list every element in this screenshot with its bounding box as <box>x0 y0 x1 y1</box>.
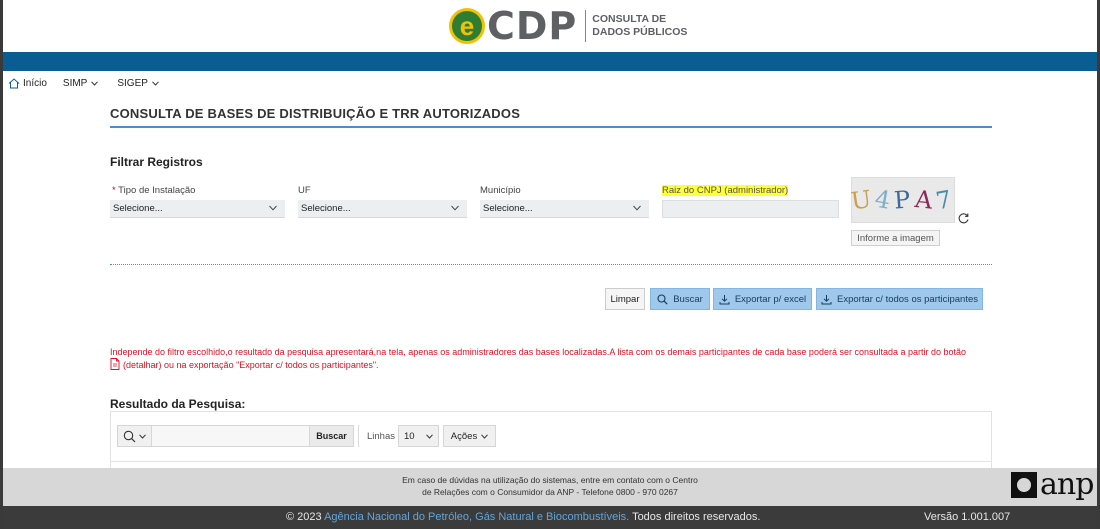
linhas-label: Linhas <box>367 430 395 442</box>
chevron-down-icon <box>152 80 159 86</box>
rows-per-page-value: 10 <box>404 430 415 442</box>
uf-label: UF <box>298 185 311 196</box>
nav-item-simp[interactable]: SIMP <box>63 78 101 89</box>
logo-divider <box>585 10 587 42</box>
page-title: CONSULTA DE BASES DE DISTRIBUIÇÃO E TRR … <box>110 106 521 121</box>
home-icon <box>8 77 20 88</box>
footer-contact: Em caso de dúvidas na utilização do sist… <box>3 474 1097 498</box>
title-underline <box>110 126 992 128</box>
tipo-instalacao-label: * Tipo de Instalação <box>112 185 195 196</box>
copyright-prefix: © 2023 <box>286 511 322 523</box>
acoes-menu-button[interactable]: Ações <box>443 425 496 447</box>
captcha-input[interactable]: Informe a imagem <box>851 230 940 246</box>
limpar-button[interactable]: Limpar <box>605 288 645 310</box>
warning-line2: (detalhar) ou na exportação "Exportar c/… <box>123 360 379 370</box>
chevron-down-icon <box>269 205 277 211</box>
anp-logo-text: anp <box>1040 467 1094 502</box>
export-all-label: Exportar c/ todos os participantes <box>837 293 978 305</box>
logo-subtitle-line2: DADOS PÚBLICOS <box>592 26 688 38</box>
captcha-char: 7 <box>933 184 958 216</box>
buscar-button[interactable]: Buscar <box>650 288 710 310</box>
rows-per-page-select[interactable]: 10 <box>398 425 439 447</box>
captcha-char: P <box>893 185 916 215</box>
header-blue-bar <box>3 52 1097 71</box>
nav-item-simp-label: SIMP <box>62 77 88 89</box>
chevron-down-icon <box>633 205 641 211</box>
uf-select[interactable]: Selecione... <box>298 200 467 218</box>
filter-section-title: Filtrar Registros <box>110 155 203 169</box>
required-mark: * <box>112 185 116 196</box>
nav-item-sigep-label: SIGEP <box>117 77 148 89</box>
nav-item-inicio-label: Início <box>23 77 47 89</box>
captcha-image: U 4 P A 7 <box>849 177 958 223</box>
chevron-down-icon <box>91 80 99 86</box>
chevron-down-icon <box>139 433 146 439</box>
tipo-instalacao-label-text: Tipo de Instalação <box>118 185 196 196</box>
version-text: Versão 1.001.007 <box>924 511 1011 523</box>
results-search-group: Buscar <box>117 425 354 447</box>
logo-subtitle: CONSULTA DE DADOS PÚBLICOS <box>592 13 687 39</box>
chevron-down-icon <box>426 433 433 439</box>
download-icon <box>719 294 730 304</box>
acoes-label: Ações <box>450 430 478 442</box>
export-all-button[interactable]: Exportar c/ todos os participantes <box>816 288 983 310</box>
municipio-value: Selecione... <box>483 203 533 214</box>
site-footer: Em caso de dúvidas na utilização do sist… <box>3 468 1097 506</box>
rights-text: Todos direitos reservados. <box>632 511 761 523</box>
search-icon <box>123 430 136 442</box>
cdp-logo[interactable]: e CDP CONSULTA DE DADOS PÚBLICOS <box>449 4 687 48</box>
results-search-input[interactable] <box>152 425 309 447</box>
copyright-text: © 2023 Agência Nacional do Petróleo, Gás… <box>286 511 760 523</box>
cnpj-input[interactable] <box>662 200 839 218</box>
document-detail-icon <box>110 358 120 370</box>
municipio-label: Município <box>480 185 521 196</box>
info-warning: Independe do filtro escolhido,o resultad… <box>110 346 995 371</box>
chevron-down-icon <box>451 205 459 211</box>
warning-line1: Independe do filtro escolhido,o resultad… <box>110 347 967 357</box>
results-buscar-button[interactable]: Buscar <box>309 425 354 447</box>
footer-contact-line1: Em caso de dúvidas na utilização do sist… <box>402 475 698 485</box>
agency-link[interactable]: Agência Nacional do Petróleo, Gás Natura… <box>324 511 629 523</box>
copyright-bar: © 2023 Agência Nacional do Petróleo, Gás… <box>3 506 1097 529</box>
site-header: e CDP CONSULTA DE DADOS PÚBLICOS <box>3 0 1097 52</box>
search-column-select[interactable] <box>117 425 152 447</box>
refresh-icon[interactable] <box>957 212 970 225</box>
tipo-instalacao-value: Selecione... <box>113 203 163 214</box>
export-excel-button[interactable]: Exportar p/ excel <box>713 288 812 310</box>
municipio-select[interactable]: Selecione... <box>480 200 649 218</box>
tipo-instalacao-select[interactable]: Selecione... <box>110 200 285 218</box>
search-icon <box>657 293 668 305</box>
cnpj-label: Raiz do CNPJ (administrador) <box>662 185 789 196</box>
window-frame-left <box>0 0 3 529</box>
buscar-button-label: Buscar <box>673 293 703 305</box>
warning-line2-row: (detalhar) ou na exportação "Exportar c/… <box>110 358 995 371</box>
anp-logo[interactable]: anp <box>1011 467 1094 502</box>
logo-subtitle-line1: CONSULTA DE <box>592 13 667 25</box>
nav-item-sigep[interactable]: SIGEP <box>117 78 162 89</box>
results-title: Resultado da Pesquisa: <box>110 397 246 411</box>
cdp-logo-text: CDP <box>487 4 578 48</box>
cdp-logo-icon: e <box>449 8 485 44</box>
anp-logo-icon <box>1011 472 1037 498</box>
footer-contact-line2: de Relações com o Consumidor da ANP - Te… <box>422 487 678 497</box>
download-icon <box>821 294 832 304</box>
section-divider <box>110 264 992 265</box>
results-toolbar-divider <box>110 461 992 462</box>
cnpj-label-text: Raiz do CNPJ (administrador) <box>662 185 789 196</box>
uf-value: Selecione... <box>301 203 351 214</box>
export-excel-label: Exportar p/ excel <box>734 293 807 305</box>
nav-item-inicio[interactable]: Início <box>8 78 47 89</box>
main-nav: Início SIMP SIGEP <box>8 74 178 92</box>
captcha-input-placeholder: Informe a imagem <box>857 232 934 244</box>
rows-per-page-group: Linhas 10 Ações <box>358 425 496 447</box>
chevron-down-icon <box>481 433 489 439</box>
